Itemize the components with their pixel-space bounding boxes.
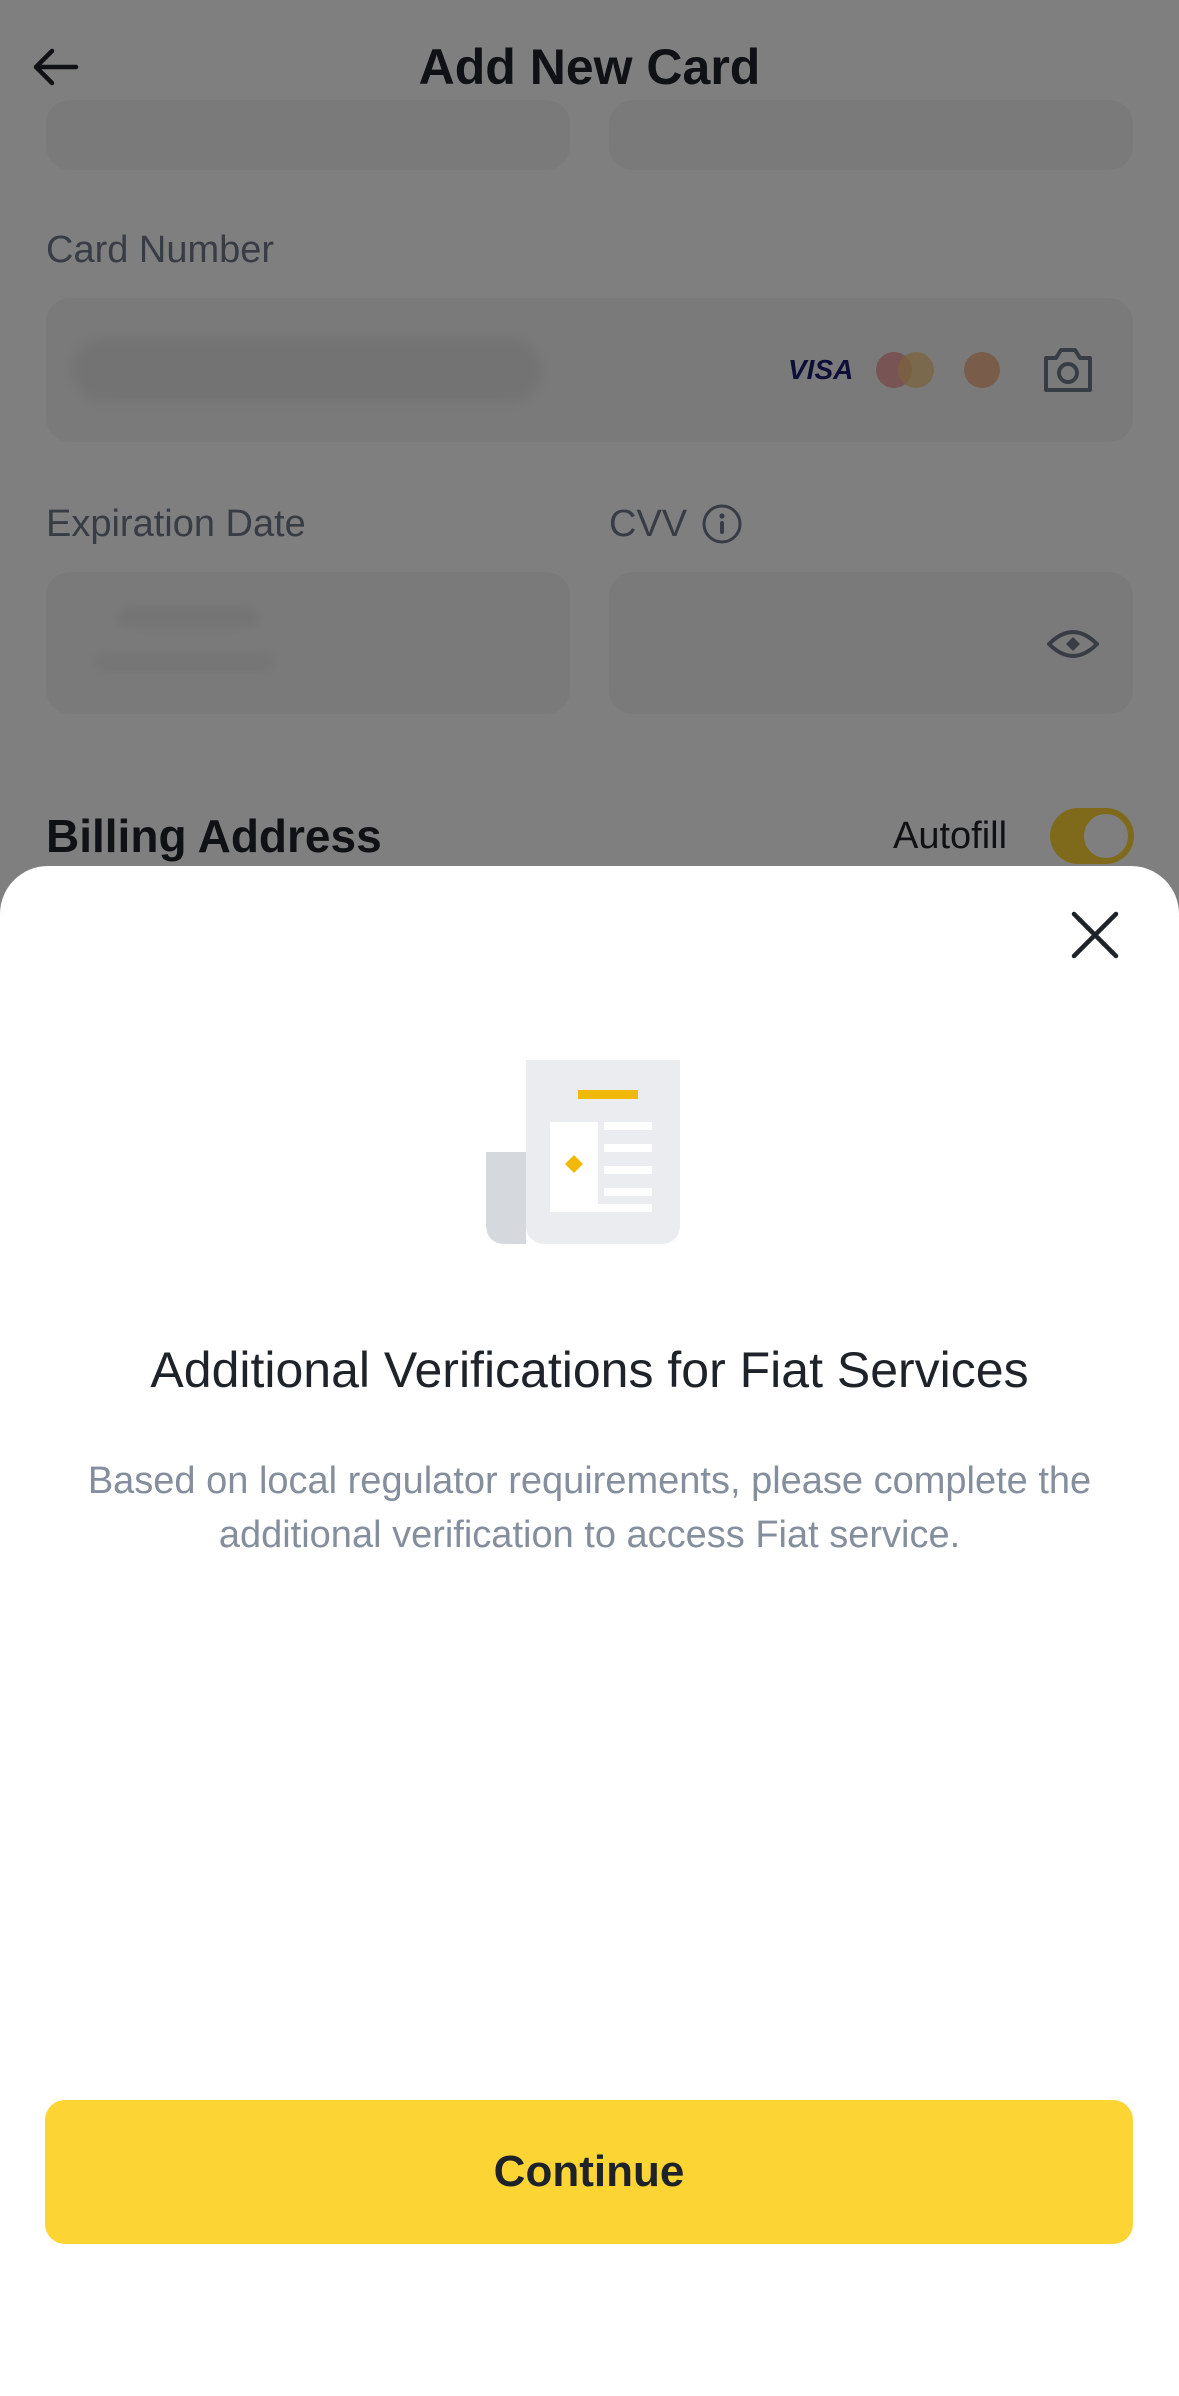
sheet-description: Based on local regulator requirements, p…	[87, 1460, 1092, 1556]
document-illustration-icon	[486, 1060, 680, 1244]
verification-bottom-sheet: Additional Verifications for Fiat Servic…	[0, 866, 1179, 2396]
close-icon	[1071, 911, 1119, 959]
sheet-title: Additional Verifications for Fiat Servic…	[150, 1342, 1029, 1398]
continue-button[interactable]: Continue	[45, 2100, 1133, 2244]
close-button[interactable]	[1064, 904, 1126, 966]
